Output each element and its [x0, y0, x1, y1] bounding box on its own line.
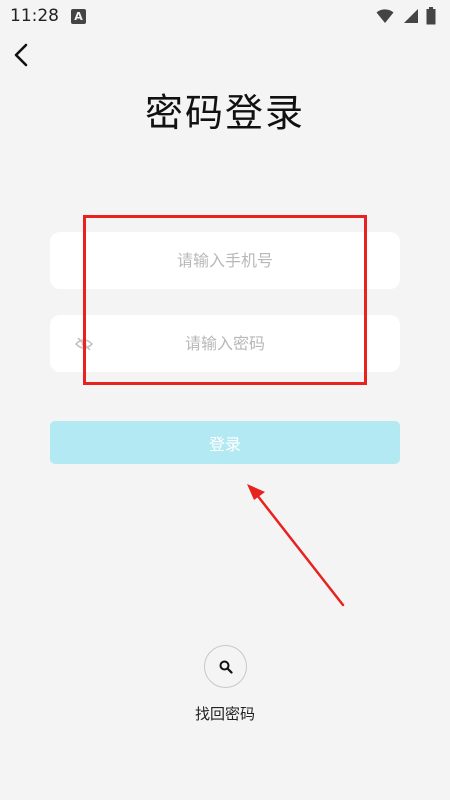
- back-arrow-icon: [14, 43, 28, 67]
- password-input[interactable]: [95, 334, 355, 353]
- signal-icon: [404, 9, 418, 23]
- battery-icon: [426, 7, 436, 25]
- back-button[interactable]: [6, 38, 36, 72]
- eye-off-icon: [75, 337, 93, 351]
- status-icons: [376, 7, 436, 25]
- notification-a-icon: A: [71, 8, 86, 24]
- find-password-button[interactable]: [204, 645, 247, 688]
- password-visibility-toggle[interactable]: [74, 334, 94, 354]
- status-bar: 11:28 A: [0, 0, 450, 32]
- password-field[interactable]: [50, 315, 400, 372]
- login-button[interactable]: 登录: [50, 421, 400, 464]
- status-time: 11:28: [10, 6, 59, 26]
- search-icon: [219, 660, 233, 674]
- find-password-label[interactable]: 找回密码: [0, 703, 450, 724]
- phone-field[interactable]: [50, 232, 400, 289]
- page-title: 密码登录: [144, 91, 305, 135]
- wifi-icon: [376, 9, 394, 23]
- phone-input[interactable]: [95, 251, 355, 270]
